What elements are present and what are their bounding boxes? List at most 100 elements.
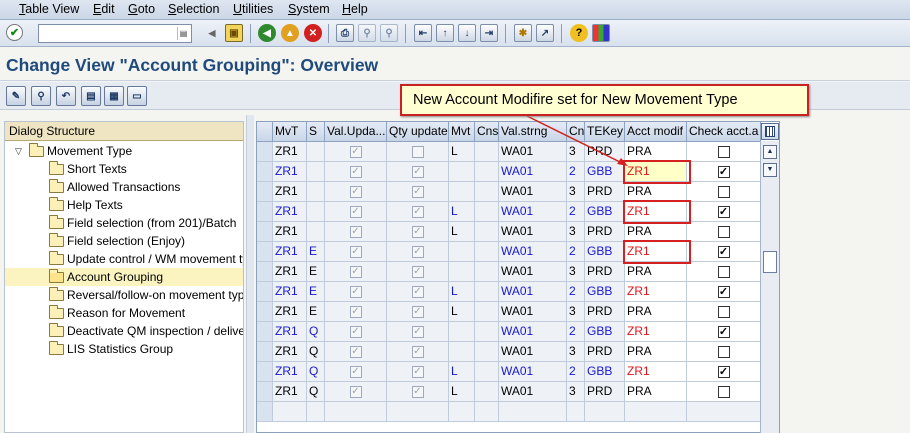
- menu-system[interactable]: System: [288, 2, 330, 16]
- check-account-checkbox[interactable]: [717, 386, 730, 398]
- tree-node-reason-for-movement[interactable]: Reason for Movement: [5, 304, 243, 322]
- account-modifier-input[interactable]: PRA: [625, 382, 687, 402]
- print-icon[interactable]: ⎙: [336, 24, 354, 42]
- menu-table-view[interactable]: Table View: [19, 2, 79, 16]
- panel-splitter[interactable]: [246, 115, 254, 433]
- account-modifier-input[interactable]: ZR1: [625, 202, 687, 222]
- check-account-checkbox[interactable]: [717, 146, 730, 158]
- column-header[interactable]: MvT: [273, 122, 307, 142]
- column-header[interactable]: Cns: [475, 122, 499, 142]
- find-icon[interactable]: ⚲: [358, 24, 376, 42]
- tree-node-lis-statistics[interactable]: LIS Statistics Group: [5, 340, 243, 358]
- row-selector[interactable]: [257, 362, 273, 382]
- account-modifier-input[interactable]: ZR1: [625, 162, 687, 182]
- column-header[interactable]: Val.strng: [499, 122, 567, 142]
- account-modifier-input[interactable]: PRA: [625, 182, 687, 202]
- enter-icon[interactable]: ✔: [6, 24, 23, 41]
- account-modifier-input[interactable]: ZR1: [625, 322, 687, 342]
- row-selector[interactable]: [257, 402, 273, 422]
- command-history-dropdown-icon[interactable]: ▤: [177, 27, 189, 40]
- row-selector[interactable]: [257, 202, 273, 222]
- account-modifier-input[interactable]: ZR1: [625, 282, 687, 302]
- undo-change-icon[interactable]: ↶: [56, 86, 76, 106]
- check-account-checkbox[interactable]: [717, 306, 730, 318]
- tree-node-account-grouping[interactable]: Account Grouping: [5, 268, 243, 286]
- column-header[interactable]: S: [307, 122, 325, 142]
- account-modifier-input[interactable]: ZR1: [625, 362, 687, 382]
- menu-edit[interactable]: Edit: [93, 2, 115, 16]
- select-all-icon[interactable]: ▤: [81, 86, 101, 106]
- find-next-icon[interactable]: ⚲: [380, 24, 398, 42]
- tree-node-field-selection-201[interactable]: Field selection (from 201)/Batch: [5, 214, 243, 232]
- tree-node-allowed-transactions[interactable]: Allowed Transactions: [5, 178, 243, 196]
- scroll-up-icon[interactable]: ▲: [763, 145, 777, 159]
- row-selector[interactable]: [257, 382, 273, 402]
- customize-layout-icon[interactable]: [592, 24, 610, 42]
- check-account-checkbox[interactable]: ✓: [717, 326, 730, 338]
- scroll-down-icon[interactable]: ▼: [763, 163, 777, 177]
- check-account-checkbox[interactable]: [717, 186, 730, 198]
- check-account-checkbox[interactable]: ✓: [717, 246, 730, 258]
- row-selector[interactable]: [257, 182, 273, 202]
- check-account-checkbox[interactable]: ✓: [717, 366, 730, 378]
- command-field[interactable]: ▤: [38, 24, 192, 43]
- row-selector[interactable]: [257, 342, 273, 362]
- row-selector[interactable]: [257, 242, 273, 262]
- row-selector[interactable]: [257, 302, 273, 322]
- column-header[interactable]: Mvt: [449, 122, 475, 142]
- tree-node-movement-type[interactable]: ▽ Movement Type: [5, 142, 243, 160]
- details-icon[interactable]: ⚲: [31, 86, 51, 106]
- select-block-icon[interactable]: ▦: [104, 86, 124, 106]
- last-page-icon[interactable]: ⇥: [480, 24, 498, 42]
- cancel-icon[interactable]: ✕: [304, 24, 322, 42]
- row-selector[interactable]: [257, 282, 273, 302]
- column-header[interactable]: Cn: [567, 122, 585, 142]
- vertical-scrollbar[interactable]: ▲ ▼: [760, 141, 779, 433]
- column-header[interactable]: Val.Upda...: [325, 122, 387, 142]
- tree-node-reversal[interactable]: Reversal/follow-on movement typ: [5, 286, 243, 304]
- check-account-checkbox[interactable]: [717, 266, 730, 278]
- tree-node-deactivate-qm[interactable]: Deactivate QM inspection / delive: [5, 322, 243, 340]
- shortcut-icon[interactable]: ↗: [536, 24, 554, 42]
- tree-node-update-control[interactable]: Update control / WM movement ty: [5, 250, 243, 268]
- check-account-checkbox[interactable]: ✓: [717, 206, 730, 218]
- account-modifier-input[interactable]: PRA: [625, 342, 687, 362]
- deselect-all-icon[interactable]: ▭: [127, 86, 147, 106]
- edit-toggle-icon[interactable]: ✎: [6, 86, 26, 106]
- tree-node-field-selection-enjoy[interactable]: Field selection (Enjoy): [5, 232, 243, 250]
- column-header[interactable]: TEKey: [585, 122, 625, 142]
- row-selector[interactable]: [257, 222, 273, 242]
- back-arrow-icon[interactable]: ◀: [203, 24, 221, 42]
- menu-selection[interactable]: Selection: [168, 2, 219, 16]
- next-page-icon[interactable]: ↓: [458, 24, 476, 42]
- tree-node-help-texts[interactable]: Help Texts: [5, 196, 243, 214]
- row-selector[interactable]: [257, 322, 273, 342]
- tree-node-short-texts[interactable]: Short Texts: [5, 160, 243, 178]
- check-account-checkbox[interactable]: [717, 226, 730, 238]
- menu-goto[interactable]: Goto: [128, 2, 155, 16]
- column-header[interactable]: Check acct.a: [687, 122, 761, 142]
- check-account-checkbox[interactable]: ✓: [717, 166, 730, 178]
- account-modifier-input[interactable]: ZR1: [625, 242, 687, 262]
- account-modifier-input[interactable]: PRA: [625, 262, 687, 282]
- new-session-icon[interactable]: ✱: [514, 24, 532, 42]
- check-account-checkbox[interactable]: [717, 346, 730, 358]
- save-icon[interactable]: ▣: [225, 24, 243, 42]
- check-account-checkbox[interactable]: ✓: [717, 286, 730, 298]
- menu-help[interactable]: Help: [342, 2, 368, 16]
- row-selector[interactable]: [257, 262, 273, 282]
- account-modifier-input[interactable]: PRA: [625, 222, 687, 242]
- previous-page-icon[interactable]: ↑: [436, 24, 454, 42]
- select-all-rows-header[interactable]: [257, 122, 273, 142]
- account-modifier-input[interactable]: PRA: [625, 302, 687, 322]
- help-icon[interactable]: ?: [570, 24, 588, 42]
- account-modifier-input[interactable]: PRA: [625, 142, 687, 162]
- table-settings-icon[interactable]: [761, 123, 779, 140]
- scroll-thumb[interactable]: [763, 251, 777, 273]
- exit-icon[interactable]: ▲: [281, 24, 299, 42]
- row-selector[interactable]: [257, 162, 273, 182]
- collapse-icon[interactable]: ▽: [15, 142, 22, 160]
- column-header[interactable]: Qty update: [387, 122, 449, 142]
- first-page-icon[interactable]: ⇤: [414, 24, 432, 42]
- menu-utilities[interactable]: Utilities: [233, 2, 273, 16]
